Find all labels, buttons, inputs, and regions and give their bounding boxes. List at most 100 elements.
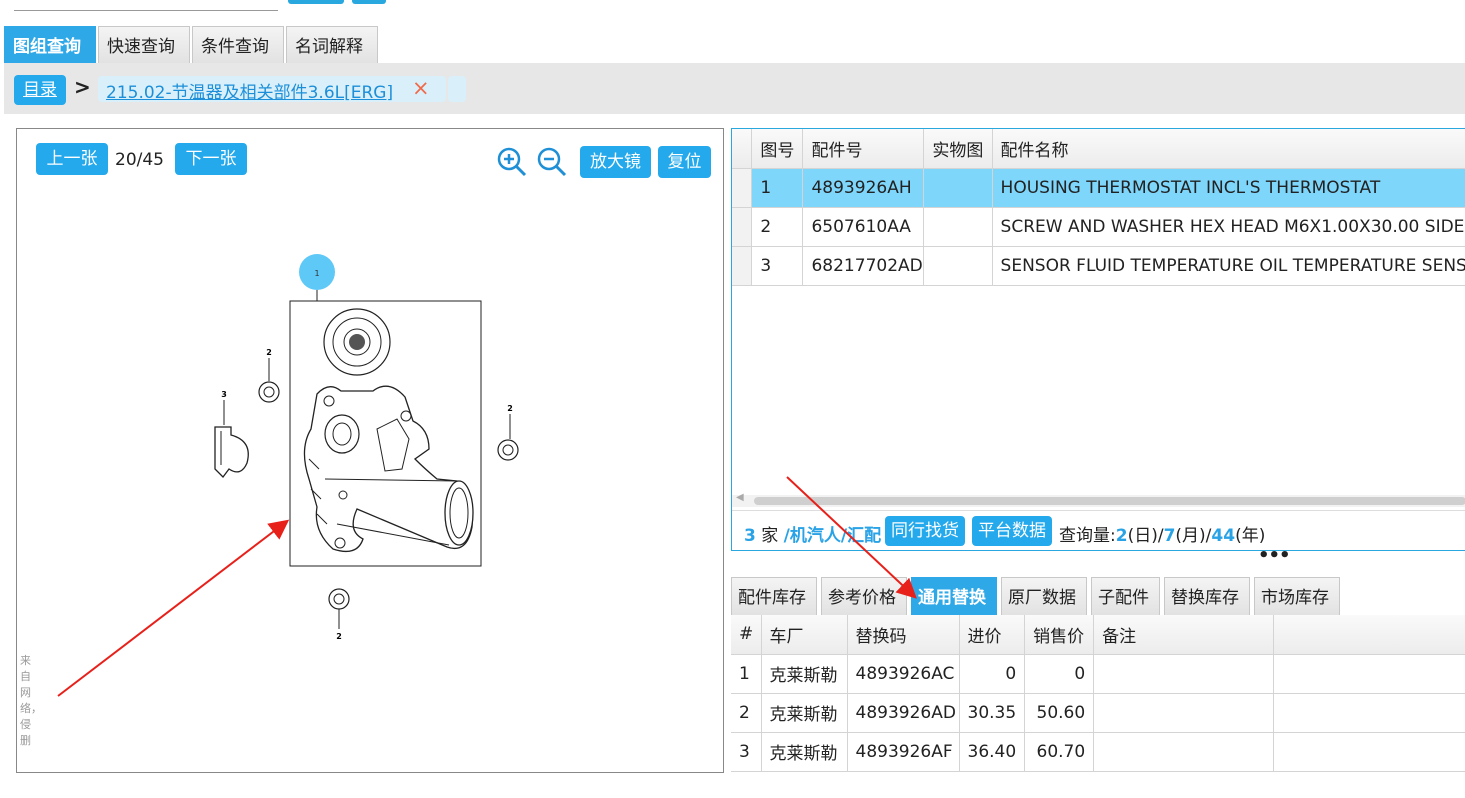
col-part-no[interactable]: 配件号 xyxy=(802,129,925,169)
cell-cost: 30.35 xyxy=(959,693,1026,733)
parts-table-panel: 图号 配件号 实物图 配件名称 1 4893926AH HOUSING THER… xyxy=(731,128,1465,551)
screw-part-right[interactable] xyxy=(497,439,519,461)
col-sale-price[interactable]: 销售价 xyxy=(1024,615,1095,655)
cell-part-no: 68217702AD xyxy=(802,246,925,286)
table-row[interactable]: 1 克莱斯勒 4893926AC 0 0 xyxy=(731,654,1465,694)
cell-cost: 0 xyxy=(959,654,1026,694)
screw-part-bottom[interactable] xyxy=(328,588,350,610)
col-extra xyxy=(1273,615,1465,655)
cell-part-name: SENSOR FLUID TEMPERATURE OIL TEMPERATURE… xyxy=(992,246,1465,286)
main-tab-bar: 图组查询 快速查询 条件查询 名词解释 xyxy=(4,26,380,63)
table-row[interactable]: 1 4893926AH HOUSING THERMOSTAT INCL'S TH… xyxy=(732,168,1465,208)
table-row[interactable]: 3 68217702AD SENSOR FLUID TEMPERATURE OI… xyxy=(732,246,1465,286)
cell-note xyxy=(1093,732,1275,772)
cell-code: 4893926AF xyxy=(847,732,960,772)
cell-code: 4893926AD xyxy=(847,693,960,733)
breadcrumb: 目录 > 215.02-节温器及相关部件3.6L[ERG] × xyxy=(4,63,1465,114)
callout-label-2b: 2 xyxy=(507,404,513,413)
parts-table-header: 图号 配件号 实物图 配件名称 xyxy=(732,129,1465,169)
query-month-unit: (月)/ xyxy=(1175,526,1212,546)
col-figure-no[interactable]: 图号 xyxy=(751,129,804,169)
close-icon[interactable]: × xyxy=(412,76,430,100)
vendor-count: 3 xyxy=(744,526,756,546)
col-index[interactable]: # xyxy=(731,615,762,655)
query-month-count: 7 xyxy=(1163,526,1176,546)
tab-sub-parts[interactable]: 子配件 xyxy=(1091,577,1160,615)
callout-label-1: 1 xyxy=(314,269,319,278)
parts-exploded-diagram[interactable]: 1 2 3 2 2 xyxy=(17,129,723,772)
query-day-unit: (日)/ xyxy=(1127,526,1164,546)
cell-index: 1 xyxy=(731,654,762,694)
query-year-unit: (年) xyxy=(1235,526,1266,546)
cell-photo xyxy=(923,246,993,286)
query-year-count: 44 xyxy=(1211,526,1236,546)
tab-universal-replacement[interactable]: 通用替换 xyxy=(911,577,997,615)
table-row[interactable]: 2 6507610AA SCREW AND WASHER HEX HEAD M6… xyxy=(732,207,1465,247)
cell-maker: 克莱斯勒 xyxy=(761,693,848,733)
col-remarks[interactable]: 备注 xyxy=(1093,615,1275,655)
table-row[interactable]: 2 克莱斯勒 4893926AD 30.35 50.60 xyxy=(731,693,1465,733)
tab-diagram-query[interactable]: 图组查询 xyxy=(4,26,96,63)
cell-maker: 克莱斯勒 xyxy=(761,654,848,694)
scrollbar-thumb[interactable] xyxy=(754,497,1465,505)
tab-oem-data[interactable]: 原厂数据 xyxy=(1001,577,1087,615)
query-count: 查询量:2(日)/7(月)/44(年) xyxy=(1059,521,1265,546)
col-replacement-code[interactable]: 替换码 xyxy=(847,615,960,655)
top-button-left[interactable] xyxy=(288,0,344,4)
detail-tab-bar: 配件库存 参考价格 通用替换 原厂数据 子配件 替换库存 市场库存 xyxy=(731,577,1344,615)
cell-part-no: 4893926AH xyxy=(802,168,925,208)
vendor-unit: 家 xyxy=(755,526,784,546)
tab-replacement-stock[interactable]: 替换库存 xyxy=(1164,577,1250,615)
cell-cost: 36.40 xyxy=(959,732,1026,772)
cell-extra xyxy=(1273,732,1465,772)
platform-data-button[interactable]: 平台数据 xyxy=(972,516,1052,546)
breadcrumb-root-link[interactable]: 目录 xyxy=(14,75,66,105)
cell-part-no: 6507610AA xyxy=(802,207,925,247)
cell-photo xyxy=(923,207,993,247)
breadcrumb-current-link[interactable]: 215.02-节温器及相关部件3.6L[ERG] xyxy=(106,78,393,103)
cell-index: 2 xyxy=(731,693,762,733)
top-divider xyxy=(14,10,278,11)
replacement-table-panel: # 车厂 替换码 进价 销售价 备注 1 克莱斯勒 4893926AC 0 0 … xyxy=(731,615,1465,777)
breadcrumb-separator: > xyxy=(74,75,91,99)
callout-label-3: 3 xyxy=(221,390,227,399)
col-maker[interactable]: 车厂 xyxy=(761,615,848,655)
parts-footer: 3 家 /机汽人/汇配 同行找货 平台数据 查询量:2(日)/7(月)/44(年… xyxy=(732,510,1465,550)
tab-market-stock[interactable]: 市场库存 xyxy=(1254,577,1340,615)
screw-part-left[interactable] xyxy=(258,381,280,403)
callout-label-2a: 2 xyxy=(266,348,272,357)
tab-glossary[interactable]: 名词解释 xyxy=(286,26,378,63)
tab-condition-query[interactable]: 条件查询 xyxy=(192,26,284,63)
tab-reference-price[interactable]: 参考价格 xyxy=(821,577,907,615)
cell-figure-no: 2 xyxy=(751,207,804,247)
top-button-right[interactable] xyxy=(352,0,386,4)
cell-note xyxy=(1093,693,1275,733)
vendor-names[interactable]: /机汽人/汇配 xyxy=(784,526,881,546)
col-cost-price[interactable]: 进价 xyxy=(959,615,1026,655)
col-part-name[interactable]: 配件名称 xyxy=(992,129,1465,169)
cell-code: 4893926AC xyxy=(847,654,960,694)
cell-extra xyxy=(1273,654,1465,694)
tab-quick-query[interactable]: 快速查询 xyxy=(98,26,190,63)
cell-maker: 克莱斯勒 xyxy=(761,732,848,772)
callout-label-2c: 2 xyxy=(336,632,342,641)
row-indicator-header xyxy=(732,129,753,169)
table-row[interactable]: 3 克莱斯勒 4893926AF 36.40 60.70 xyxy=(731,732,1465,772)
cell-photo xyxy=(923,168,993,208)
cell-price: 60.70 xyxy=(1024,732,1095,772)
parts-table: 图号 配件号 实物图 配件名称 1 4893926AH HOUSING THER… xyxy=(732,129,1465,286)
col-photo[interactable]: 实物图 xyxy=(923,129,993,169)
horizontal-scrollbar[interactable]: ◀ xyxy=(732,492,1465,507)
peer-search-button[interactable]: 同行找货 xyxy=(885,516,965,546)
breadcrumb-tail xyxy=(448,76,466,102)
cell-figure-no: 3 xyxy=(751,246,804,286)
watermark-text: 来自网络，侵删 xyxy=(20,654,42,747)
cell-price: 0 xyxy=(1024,654,1095,694)
panel-splitter-handle[interactable]: ••• xyxy=(1258,545,1291,566)
query-label: 查询量: xyxy=(1059,526,1116,546)
sensor-part[interactable] xyxy=(214,426,249,478)
breadcrumb-current: 215.02-节温器及相关部件3.6L[ERG] × xyxy=(98,76,446,103)
cell-extra xyxy=(1273,693,1465,733)
tab-parts-stock[interactable]: 配件库存 xyxy=(731,577,817,615)
scroll-left-icon[interactable]: ◀ xyxy=(736,492,744,503)
